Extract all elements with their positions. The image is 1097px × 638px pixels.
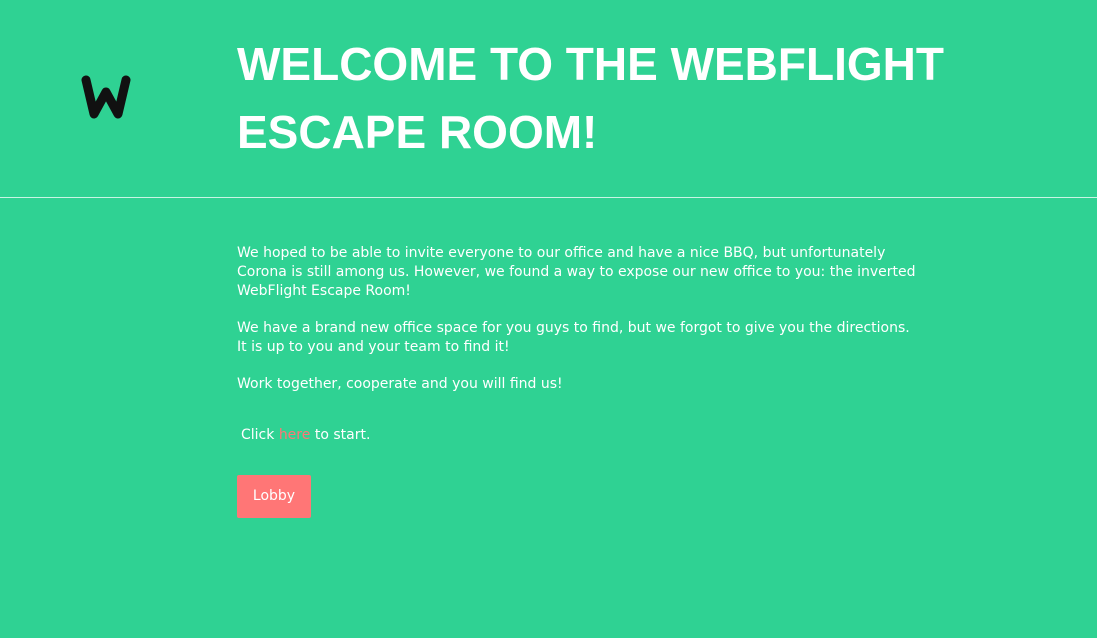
lobby-button[interactable]: Lobby xyxy=(237,475,311,518)
intro-text: We hoped to be able to invite everyone t… xyxy=(237,244,917,412)
start-instruction-suffix: to start. xyxy=(310,427,371,443)
page-title: WELCOME TO THE WEBFLIGHT ESCAPE ROOM! xyxy=(237,38,944,158)
intro-paragraph: We hoped to be able to invite everyone t… xyxy=(237,245,916,299)
start-instruction-prefix: Click xyxy=(241,427,279,443)
start-link[interactable]: here xyxy=(279,427,311,443)
intro-paragraph: Work together, cooperate and you will fi… xyxy=(237,376,563,392)
webflight-logo-icon[interactable] xyxy=(80,74,132,120)
intro-paragraph: We have a brand new office space for you… xyxy=(237,320,910,355)
start-instruction: Click here to start. xyxy=(241,426,370,445)
page-header: WELCOME TO THE WEBFLIGHT ESCAPE ROOM! xyxy=(0,0,1097,198)
